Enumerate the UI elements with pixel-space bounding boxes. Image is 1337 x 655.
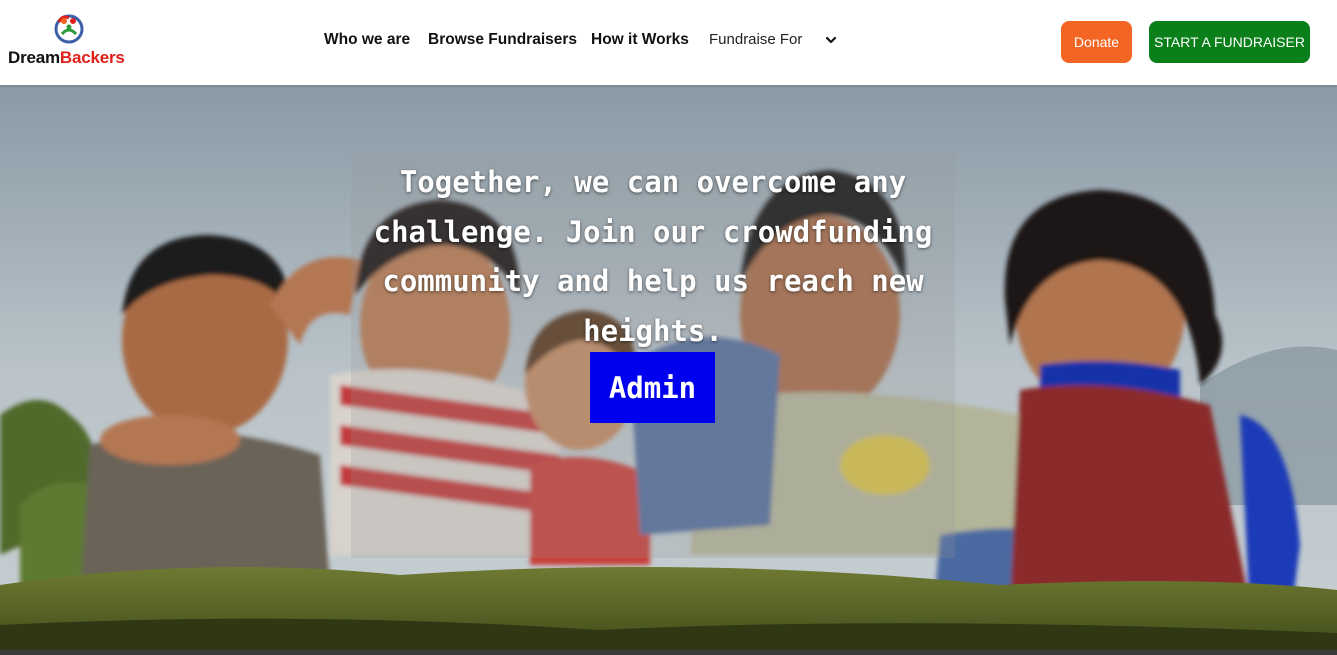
page-bottom-edge bbox=[0, 650, 1337, 655]
logo-wordmark: DreamBackers bbox=[8, 48, 125, 68]
hero-section: Together, we can overcome any challenge.… bbox=[0, 85, 1337, 655]
hero-headline: Together, we can overcome any challenge.… bbox=[373, 165, 933, 348]
nav-how-it-works[interactable]: How it Works bbox=[591, 31, 689, 49]
nav-fundraise-for[interactable]: Fundraise For bbox=[709, 31, 802, 48]
nav-browse-fundraisers[interactable]: Browse Fundraisers bbox=[428, 31, 577, 49]
chevron-down-icon[interactable] bbox=[824, 33, 838, 47]
logo[interactable]: DreamBackers bbox=[8, 12, 138, 72]
site-header: DreamBackers Who we are Browse Fundraise… bbox=[0, 0, 1337, 85]
logo-text-dream: Dream bbox=[8, 48, 60, 67]
admin-button[interactable]: Admin bbox=[590, 352, 715, 423]
logo-icon bbox=[54, 14, 84, 44]
nav-who-we-are[interactable]: Who we are bbox=[324, 31, 410, 49]
logo-text-backers: Backers bbox=[59, 48, 125, 67]
donate-button[interactable]: Donate bbox=[1061, 21, 1132, 63]
start-fundraiser-button[interactable]: START A FUNDRAISER bbox=[1149, 21, 1310, 63]
